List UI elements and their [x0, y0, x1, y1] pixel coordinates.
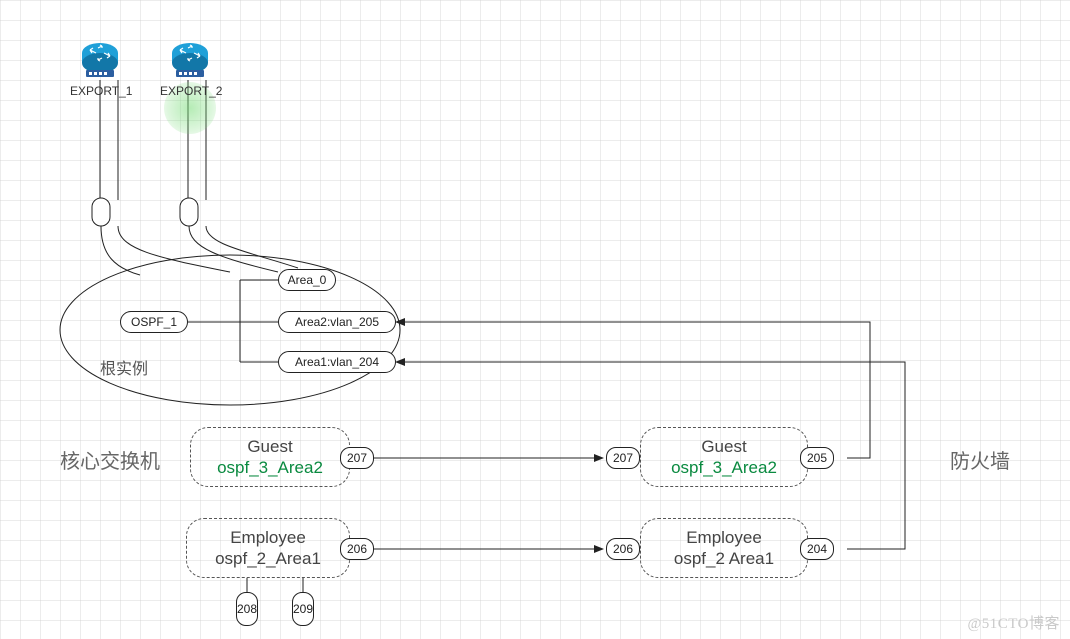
guest-left-title: Guest — [191, 436, 349, 457]
router-icon-export2 — [170, 40, 210, 80]
guest-right-title: Guest — [641, 436, 807, 457]
area1-node: Area1:vlan_204 — [278, 351, 396, 373]
root-instance-label: 根实例 — [100, 355, 148, 379]
guest-right-port-207: 207 — [606, 447, 640, 469]
area2-node: Area2:vlan_205 — [278, 311, 396, 333]
guest-left-box: Guest ospf_3_Area2 — [190, 427, 350, 487]
guest-left-sub: ospf_3_Area2 — [191, 457, 349, 478]
emp-left-title: Employee — [187, 527, 349, 548]
guest-right-sub: ospf_3_Area2 — [641, 457, 807, 478]
emp-right-sub: ospf_2 Area1 — [641, 548, 807, 569]
router-icon-export1 — [80, 40, 120, 80]
guest-left-port-207: 207 — [340, 447, 374, 469]
emp-left-port-206: 206 — [340, 538, 374, 560]
emp-left-port-209: 209 — [292, 592, 314, 626]
emp-right-port-206: 206 — [606, 538, 640, 560]
guest-right-box: Guest ospf_3_Area2 — [640, 427, 808, 487]
watermark-text: @51CTO博客 — [967, 612, 1060, 633]
ospf1-node: OSPF_1 — [120, 311, 188, 333]
core-switch-label: 核心交换机 — [60, 445, 160, 474]
firewall-label: 防火墙 — [950, 445, 1010, 474]
router-label-export2: EXPORT_2 — [160, 84, 220, 98]
router-label-export1: EXPORT_1 — [70, 84, 130, 98]
area0-node: Area_0 — [278, 269, 336, 291]
emp-right-port-204: 204 — [800, 538, 834, 560]
emp-right-title: Employee — [641, 527, 807, 548]
emp-right-box: Employee ospf_2 Area1 — [640, 518, 808, 578]
emp-left-box: Employee ospf_2_Area1 — [186, 518, 350, 578]
emp-left-port-208: 208 — [236, 592, 258, 626]
guest-right-port-205: 205 — [800, 447, 834, 469]
emp-left-sub: ospf_2_Area1 — [187, 548, 349, 569]
